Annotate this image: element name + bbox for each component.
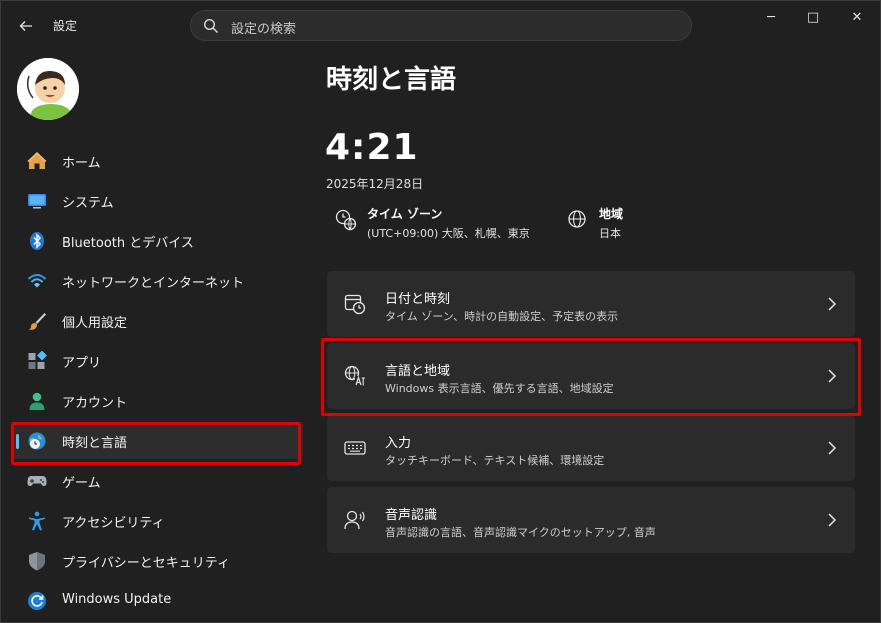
sidebar-item-account[interactable]: アカウント (13, 383, 303, 419)
chevron-right-icon (828, 513, 837, 527)
sidebar-item-label: ネットワークとインターネット (62, 276, 245, 291)
settings-window: 設定 設定の検索 ─ □ ✕ ホーム システム Bluetooth とデバイス … (0, 0, 881, 623)
page-title: 時刻と言語 (326, 65, 457, 95)
sidebar-item-label: システム (62, 196, 114, 211)
back-arrow-icon[interactable] (15, 15, 37, 37)
card-title: 日付と時刻 (385, 292, 451, 307)
sidebar-item-bluetooth[interactable]: Bluetooth とデバイス (13, 223, 303, 259)
sidebar-item-label: アプリ (62, 356, 102, 371)
sidebar-item-network[interactable]: ネットワークとインターネット (13, 263, 303, 299)
card-subtitle: 音声認識の言語、音声認識マイクのセットアップ, 音声 (385, 526, 656, 539)
sidebar-item-label: ホーム (62, 156, 101, 171)
keyboard-icon (344, 441, 366, 455)
gaming-controller-icon (27, 476, 47, 486)
calendar-clock-icon (344, 294, 366, 315)
timezone-label: タイム ゾーン (367, 207, 443, 221)
region-label: 地域 (599, 207, 624, 221)
timezone-value: (UTC+09:00) 大阪、札幌、東京 (367, 227, 530, 240)
account-icon (29, 392, 45, 410)
sidebar-item-privacy[interactable]: プライバシーとセキュリティ (13, 543, 303, 579)
timezone-info: タイム ゾーン (UTC+09:00) 大阪、札幌、東京 (335, 205, 555, 245)
current-date: 2025年12月28日 (326, 177, 424, 191)
maximize-button[interactable]: □ (795, 7, 831, 29)
card-subtitle: タッチキーボード、テキスト候補、環境設定 (385, 454, 605, 467)
system-icon (28, 194, 46, 209)
region-value: 日本 (599, 227, 621, 240)
highlight-box-sidebar (11, 422, 301, 465)
globe-icon (568, 210, 586, 228)
card-title: 音声認識 (385, 508, 438, 523)
sidebar-item-label: Windows Update (62, 592, 172, 607)
sidebar-nav: ホーム システム Bluetooth とデバイス ネットワークとインターネット … (13, 143, 303, 623)
sidebar-item-label: Bluetooth とデバイス (62, 236, 194, 251)
sidebar-item-label: アカウント (62, 396, 128, 411)
card-speech[interactable]: 音声認識 音声認識の言語、音声認識マイクのセットアップ, 音声 (327, 487, 855, 553)
close-button[interactable]: ✕ (839, 7, 875, 29)
home-icon (27, 152, 47, 169)
card-input[interactable]: 入力 タッチキーボード、テキスト候補、環境設定 (327, 415, 855, 481)
sidebar-item-home[interactable]: ホーム (13, 143, 303, 179)
timezone-globe-clock-icon (335, 209, 357, 231)
apps-icon (28, 351, 47, 369)
sidebar-item-personalization[interactable]: 個人用設定 (13, 303, 303, 339)
search-box[interactable]: 設定の検索 (190, 10, 692, 41)
highlight-box-main (321, 338, 861, 416)
sidebar-item-label: ゲーム (62, 476, 101, 491)
card-date-time[interactable]: 日付と時刻 タイム ゾーン、時計の自動設定、予定表の表示 (327, 271, 855, 337)
sidebar-item-label: プライバシーとセキュリティ (62, 556, 230, 571)
app-title: 設定 (53, 19, 78, 33)
windows-update-icon (28, 592, 46, 610)
card-title: 入力 (385, 436, 412, 451)
sidebar-item-gaming[interactable]: ゲーム (13, 463, 303, 499)
sidebar-item-label: アクセシビリティ (62, 516, 165, 531)
speech-icon (344, 510, 365, 530)
sidebar-item-label: 個人用設定 (62, 316, 128, 331)
search-placeholder[interactable]: 設定の検索 (231, 18, 296, 37)
sidebar-item-windows-update[interactable]: Windows Update (13, 583, 303, 619)
personalization-brush-icon (28, 313, 46, 330)
accessibility-icon (29, 511, 45, 531)
region-info: 地域 日本 (567, 205, 687, 245)
sidebar-item-apps[interactable]: アプリ (13, 343, 303, 379)
chevron-right-icon (828, 441, 837, 455)
privacy-shield-icon (29, 552, 45, 571)
avatar[interactable] (17, 58, 79, 120)
search-icon (203, 18, 219, 34)
minimize-button[interactable]: ─ (753, 7, 789, 29)
bluetooth-icon (30, 232, 44, 250)
network-icon (27, 274, 47, 288)
chevron-right-icon (828, 297, 837, 311)
sidebar-item-accessibility[interactable]: アクセシビリティ (13, 503, 303, 539)
current-time: 4:21 (325, 127, 419, 168)
sidebar-item-system[interactable]: システム (13, 183, 303, 219)
card-subtitle: タイム ゾーン、時計の自動設定、予定表の表示 (385, 310, 619, 323)
